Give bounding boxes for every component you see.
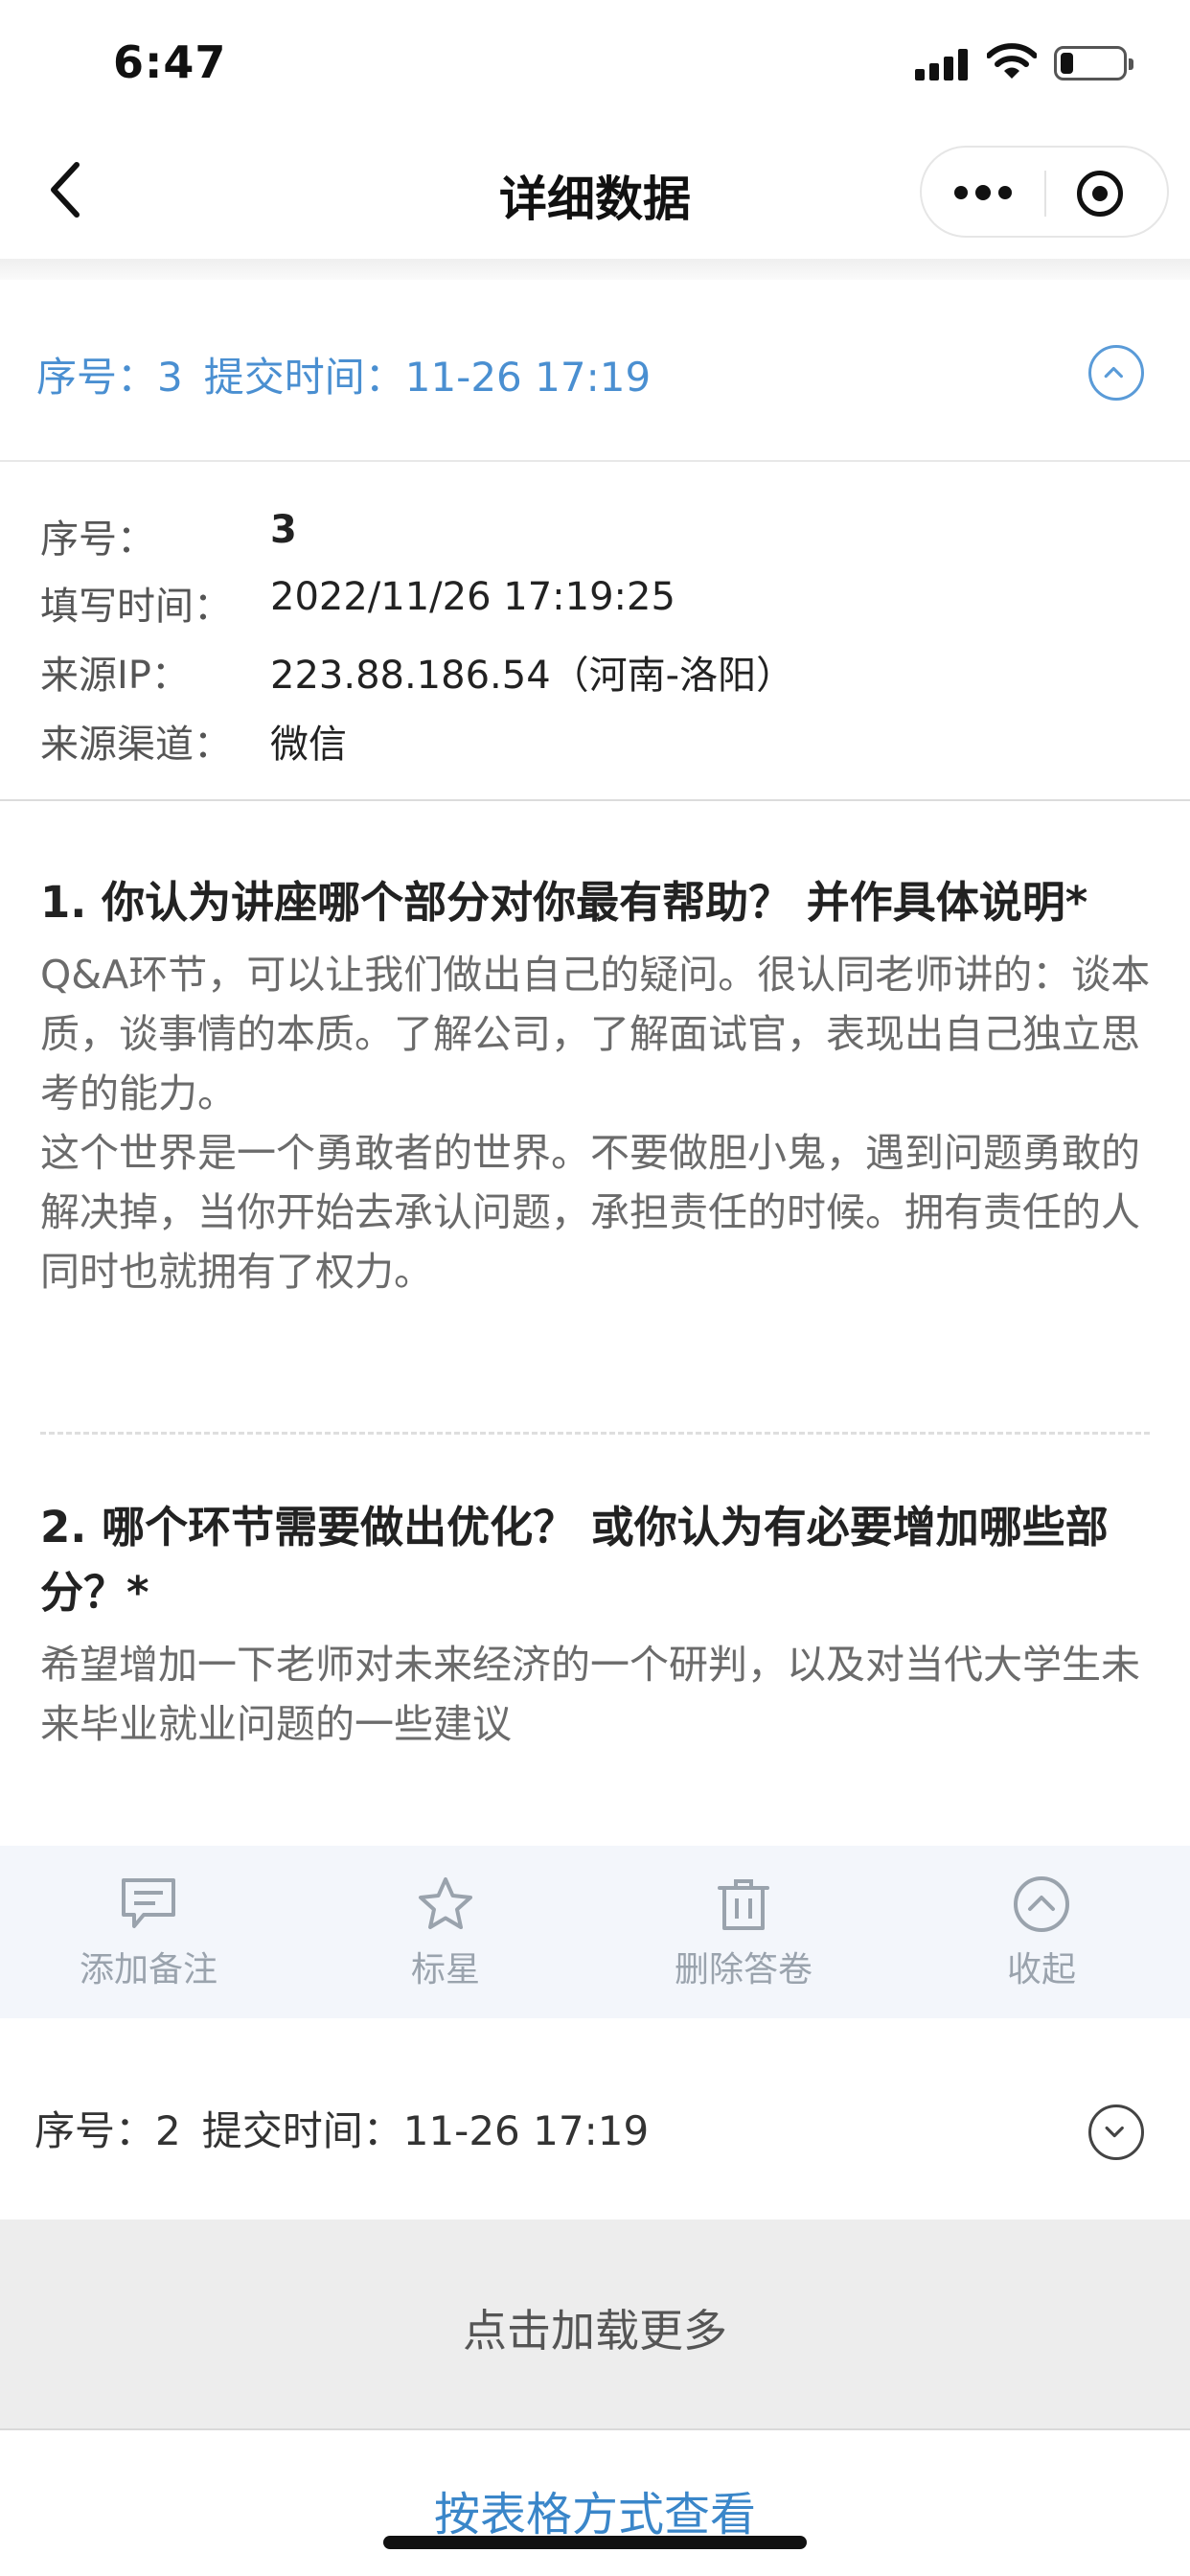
action-label: 删除答卷 [674, 1950, 812, 1990]
close-mini-program-button[interactable] [1046, 148, 1169, 240]
meta-value: 3 [270, 508, 297, 552]
record-seq: 序号：3 [36, 354, 183, 401]
question-block-2: 2. 哪个环节需要做出优化？ 或你认为有必要增加哪些部分？* 希望增加一下老师对… [40, 1495, 1152, 1754]
question-divider [40, 1432, 1150, 1435]
record-header-expanded[interactable]: 序号：3 提交时间：11-26 17:19 [0, 280, 1190, 462]
nav-divider [0, 259, 1190, 280]
meta-label: 来源IP： [40, 654, 190, 698]
cellular-signal-icon [915, 48, 969, 80]
delete-answer-button[interactable]: 删除答卷 [595, 1846, 892, 2018]
meta-value: 微信 [270, 723, 347, 767]
record-seq: 序号：2 [34, 2107, 181, 2154]
action-bar: 添加备注 标星 删除答卷 收起 [0, 1846, 1190, 2018]
meta-label: 来源渠道： [40, 723, 232, 767]
record-header-text: 序号：3 提交时间：11-26 17:19 [36, 345, 651, 403]
record-submit-time: 提交时间：11-26 17:19 [201, 2107, 650, 2154]
status-time: 6:47 [113, 36, 227, 88]
meta-value: 2022/11/26 17:19:25 [270, 575, 675, 619]
chevron-up-circle-icon [1014, 1876, 1069, 1932]
question-title: 2. 哪个环节需要做出优化？ 或你认为有必要增加哪些部分？* [40, 1502, 1109, 1618]
action-label: 标星 [410, 1950, 480, 1990]
question-title: 1. 你认为讲座哪个部分对你最有帮助？ 并作具体说明* [40, 877, 1088, 928]
add-note-button[interactable]: 添加备注 [0, 1846, 297, 2018]
load-more-label: 点击加载更多 [463, 2305, 727, 2357]
battery-icon [1054, 46, 1133, 80]
star-button[interactable]: 标星 [297, 1846, 594, 2018]
meta-label: 序号： [40, 518, 155, 562]
star-icon [419, 1877, 472, 1929]
action-label: 添加备注 [79, 1950, 217, 1990]
nav-bar: 详细数据 [0, 125, 1190, 259]
load-more-button[interactable]: 点击加载更多 [0, 2220, 1190, 2430]
mini-program-capsule [920, 146, 1169, 238]
record-header-text: 序号：2 提交时间：11-26 17:19 [34, 2099, 649, 2157]
wifi-icon [987, 43, 1037, 79]
chevron-down-circle-icon[interactable] [1088, 2104, 1144, 2160]
more-options-button[interactable] [922, 148, 1044, 240]
battery-level [1061, 53, 1073, 74]
status-bar: 6:47 [0, 0, 1190, 125]
collapse-button[interactable]: 收起 [893, 1846, 1190, 2018]
record-submit-time: 提交时间：11-26 17:19 [203, 354, 652, 401]
more-dots-icon [954, 185, 1012, 200]
answer-text: 希望增加一下老师对未来经济的一个研判，以及对当代大学生未来毕业就业问题的一些建议 [40, 1642, 1140, 1747]
table-view-link[interactable]: 按表格方式查看 [0, 2476, 1190, 2543]
answer-text: Q&A环节，可以让我们做出自己的疑问。很认同老师讲的：谈本质，谈事情的本质。了解… [40, 952, 1151, 1295]
home-indicator [383, 2536, 807, 2549]
target-icon [1077, 171, 1123, 217]
meta-label: 填写时间： [40, 585, 232, 629]
comment-icon [122, 1878, 175, 1928]
action-label: 收起 [1006, 1950, 1076, 1990]
meta-value: 223.88.186.54（河南-洛阳） [270, 654, 795, 698]
chevron-up-circle-icon[interactable] [1088, 345, 1144, 401]
question-block-1: 1. 你认为讲座哪个部分对你最有帮助？ 并作具体说明* Q&A环节，可以让我们做… [40, 870, 1152, 1301]
record-header-collapsed[interactable]: 序号：2 提交时间：11-26 17:19 [0, 2032, 1190, 2220]
record-meta: 序号： 3 填写时间： 2022/11/26 17:19:25 来源IP： 22… [0, 462, 1190, 801]
trash-icon [718, 1879, 769, 1930]
